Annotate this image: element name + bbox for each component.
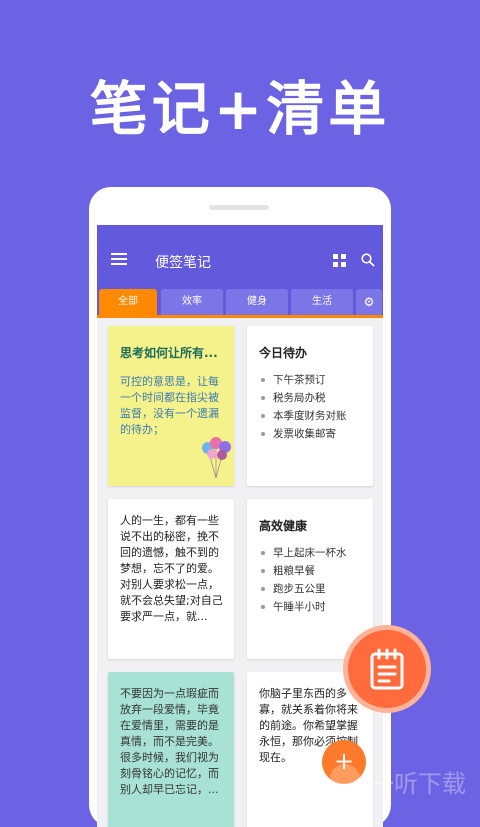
app-bar: 便签笔记 [97,225,383,287]
note-card[interactable]: 人的一生，都有一些说不出的秘密，挽不回的遗憾，触不到的梦想，忘不了的爱。对别人要… [108,499,234,659]
todo-item: 午睡半小时 [259,598,371,616]
promo-headline: 笔记+清单 [89,75,391,143]
todo-item: 跑步五公里 [259,580,371,598]
note-card[interactable]: 思考如何让所有... 可控的意思是，让每一个时间都在指尖被监督，没有一个遗漏的待… [108,326,234,486]
todo-item: 粗粮早餐 [259,562,371,580]
todo-item: 下午茶预订 [259,371,371,389]
app-title: 便签笔记 [155,255,211,271]
balloons-image [202,437,231,478]
note-card[interactable]: 今日待办 下午茶预订 税务局办税 本季度财务对账 发票收集邮寄 [247,326,373,486]
new-note-button[interactable] [343,625,431,713]
watermark: 一听下载 [330,764,480,798]
tab-life[interactable]: 生活 [291,289,353,315]
app-screen: 便签笔记 全部 效率 健身 生活 ⚙ 思考如何让所有... 可控的意思是，让每一… [97,225,383,827]
notepad-icon [370,648,404,690]
note-title: 今日待办 [259,346,308,360]
todo-item: 发票收集邮寄 [259,425,371,443]
tab-all[interactable]: 全部 [99,289,157,315]
phone-speaker [209,205,269,210]
grid-view-icon[interactable] [333,254,346,267]
phone-frame: 便签笔记 全部 效率 健身 生活 ⚙ 思考如何让所有... 可控的意思是，让每一… [89,187,391,827]
watermark-text: 一听下载 [370,770,466,798]
todo-list: 早上起床一杯水 粗粮早餐 跑步五公里 午睡半小时 [259,544,371,616]
todo-item: 本季度财务对账 [259,407,371,425]
note-card[interactable]: 不要因为一点瑕疵而放弃一段爱情，毕竟在爱情里，需要的是真情，而不是完美。很多时候… [108,672,234,827]
note-body: 人的一生，都有一些说不出的秘密，挽不回的遗憾，触不到的梦想，忘不了的爱。对别人要… [120,514,223,623]
note-card[interactable]: 高效健康 早上起床一杯水 粗粮早餐 跑步五公里 午睡半小时 [247,499,373,659]
note-title: 高效健康 [259,519,308,533]
todo-item: 税务局办税 [259,389,371,407]
tab-efficiency[interactable]: 效率 [161,289,223,315]
category-tabs: 全部 效率 健身 生活 ⚙ [97,287,383,318]
watermark-logo-icon [330,764,360,794]
search-icon[interactable] [361,253,375,267]
todo-item: 早上起床一杯水 [259,544,371,562]
tab-fitness[interactable]: 健身 [226,289,288,315]
gear-icon[interactable]: ⚙ [356,289,382,315]
note-title: 思考如何让所有... [120,346,218,360]
todo-list: 下午茶预订 税务局办税 本季度财务对账 发票收集邮寄 [259,371,371,443]
menu-icon[interactable] [111,253,127,265]
note-body: 可控的意思是，让每一个时间都在指尖被监督，没有一个遗漏的待办； [120,375,219,436]
note-body: 不要因为一点瑕疵而放弃一段爱情，毕竟在爱情里，需要的是真情，而不是完美。很多时候… [120,687,219,796]
